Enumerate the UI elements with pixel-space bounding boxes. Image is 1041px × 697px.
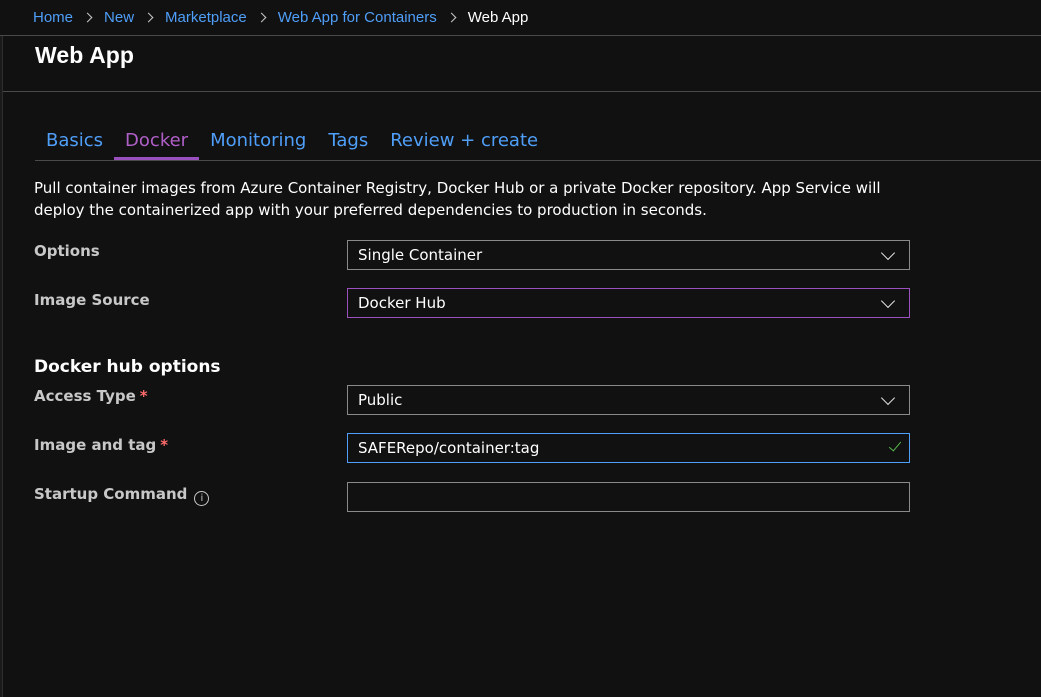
docker-hub-options-heading: Docker hub options	[34, 357, 221, 377]
docker-description: Pull container images from Azure Contain…	[34, 179, 881, 219]
info-icon[interactable]: i	[194, 491, 210, 506]
tabs-divider	[35, 160, 1041, 161]
image-source-label: Image Source	[34, 291, 150, 309]
tab-review-create[interactable]: Review + create	[379, 124, 549, 160]
tab-monitoring[interactable]: Monitoring	[199, 124, 317, 160]
required-marker: *	[139, 387, 148, 405]
access-type-label-text: Access Type	[34, 387, 136, 405]
chevron-right-icon	[446, 11, 460, 25]
access-type-label: Access Type *	[34, 387, 148, 405]
chevron-right-icon	[82, 11, 96, 25]
image-source-selected-value: Docker Hub	[358, 294, 446, 312]
breadcrumb-home[interactable]: Home	[33, 9, 73, 26]
chevron-right-icon	[256, 11, 270, 25]
chevron-down-icon	[881, 393, 895, 407]
web-app-create-blade: Home New Marketplace Web App for Contain…	[0, 0, 1041, 697]
breadcrumb-web-app-for-containers[interactable]: Web App for Containers	[278, 9, 437, 26]
tab-docker[interactable]: Docker	[114, 124, 200, 160]
breadcrumb-new[interactable]: New	[104, 9, 134, 26]
chevron-down-icon	[881, 248, 895, 262]
options-dropdown[interactable]: Single Container	[347, 240, 910, 270]
tab-tags[interactable]: Tags	[317, 124, 379, 160]
startup-command-label: Startup Command i	[34, 485, 210, 506]
options-selected-value: Single Container	[358, 246, 483, 264]
chevron-right-icon	[143, 11, 157, 25]
tab-bar: Basics Docker Monitoring Tags Review + c…	[35, 124, 549, 160]
image-and-tag-label-text: Image and tag	[34, 436, 157, 454]
required-marker: *	[160, 436, 169, 454]
image-source-dropdown[interactable]: Docker Hub	[347, 288, 910, 318]
startup-command-input[interactable]	[347, 482, 910, 512]
header-divider	[3, 91, 1041, 92]
breadcrumb: Home New Marketplace Web App for Contain…	[0, 0, 1041, 36]
image-and-tag-label: Image and tag *	[34, 436, 168, 454]
options-label: Options	[34, 242, 100, 260]
chevron-down-icon	[881, 296, 895, 310]
valid-checkmark-icon	[888, 440, 902, 454]
access-type-selected-value: Public	[358, 391, 403, 409]
breadcrumb-current: Web App	[467, 9, 529, 26]
image-and-tag-input[interactable]	[347, 433, 910, 463]
page-title: Web App	[35, 42, 135, 68]
left-edge-strip	[0, 36, 3, 697]
startup-command-label-text: Startup Command	[34, 485, 188, 503]
tab-basics[interactable]: Basics	[35, 124, 114, 160]
access-type-dropdown[interactable]: Public	[347, 385, 910, 415]
breadcrumb-marketplace[interactable]: Marketplace	[165, 9, 247, 26]
